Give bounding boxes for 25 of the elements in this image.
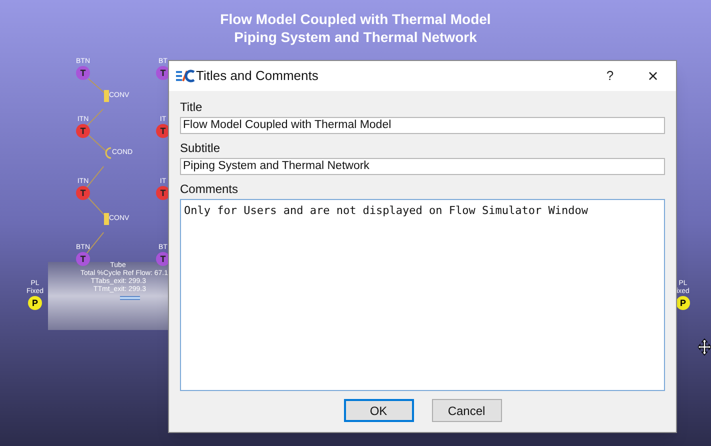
dialog-button[interactable]: OK xyxy=(344,399,414,422)
connector-line xyxy=(88,78,107,96)
temperature-node[interactable]: T xyxy=(76,124,90,138)
conduction-icon[interactable] xyxy=(104,147,112,159)
input-field[interactable]: Flow Model Coupled with Thermal Model xyxy=(180,117,665,134)
field-label: Subtitle xyxy=(180,140,222,157)
help-button[interactable]: ? xyxy=(590,61,630,91)
dialog-button[interactable]: Cancel xyxy=(432,399,502,422)
pressure-node[interactable]: P xyxy=(676,296,690,310)
close-button[interactable]: × xyxy=(630,61,676,91)
diagram-title: Flow Model Coupled with Thermal Model xyxy=(220,10,491,28)
app-logo-icon xyxy=(175,68,195,84)
tube-icon[interactable] xyxy=(120,296,140,300)
diagram-title: Piping System and Thermal Network xyxy=(234,28,477,46)
comments-field[interactable]: Only for Users and are not displayed on Flow Simulator Window xyxy=(180,199,665,391)
field-label: Title xyxy=(180,99,204,116)
temperature-node[interactable]: T xyxy=(76,186,90,200)
move-cursor-icon xyxy=(698,338,711,358)
dialog-title: Titles and Comments xyxy=(196,67,318,86)
input-field[interactable]: Piping System and Thermal Network xyxy=(180,158,665,175)
field-label: Comments xyxy=(180,181,240,198)
connector-line xyxy=(88,134,108,152)
pressure-node[interactable]: P xyxy=(28,296,42,310)
temperature-node[interactable]: T xyxy=(76,66,90,80)
temperature-node[interactable]: T xyxy=(76,252,90,266)
